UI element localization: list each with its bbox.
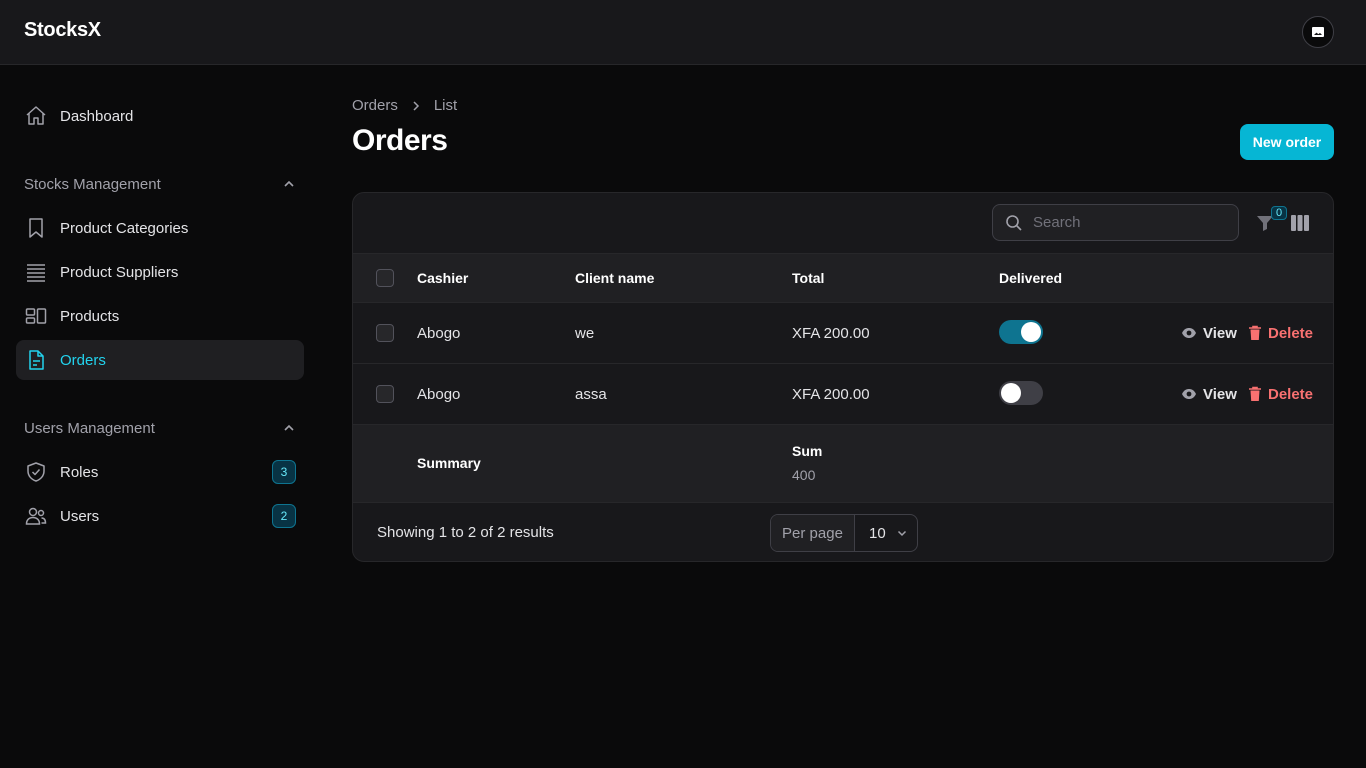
view-button[interactable]: View: [1181, 364, 1237, 424]
view-label: View: [1203, 385, 1237, 403]
trash-icon: [1248, 386, 1262, 402]
chevron-down-icon: [896, 527, 908, 539]
chevron-up-icon: [282, 421, 296, 435]
search-icon: [1005, 214, 1023, 232]
per-page-label: Per page: [771, 515, 855, 551]
sidebar: Dashboard Stocks Management Product Cate…: [0, 65, 320, 768]
group-title: Stocks Management: [24, 175, 161, 193]
cell-cashier: Abogo: [417, 385, 461, 403]
sum-value: 400: [792, 467, 816, 483]
brand-logo[interactable]: StocksX: [24, 19, 101, 42]
cell-client-name: assa: [575, 385, 607, 403]
per-page-number: 10: [869, 524, 886, 542]
group-title: Users Management: [24, 419, 155, 437]
eye-icon: [1181, 386, 1197, 402]
cell-total: XFA 200.00: [792, 324, 870, 342]
summary-label: Summary: [417, 455, 481, 471]
table-header: Cashier Client name Total Delivered: [353, 253, 1333, 303]
toggle-knob: [1021, 322, 1041, 342]
cell-cashier: Abogo: [417, 324, 461, 342]
pagination-footer: Showing 1 to 2 of 2 results Per page 10: [353, 503, 1333, 561]
users-icon: [24, 504, 48, 528]
cell-client-name: we: [575, 324, 595, 342]
table-row: Abogo we XFA 200.00 View Delete: [353, 303, 1333, 364]
view-label: View: [1203, 324, 1237, 342]
group-users-management[interactable]: Users Management: [24, 416, 296, 440]
view-button[interactable]: View: [1181, 303, 1237, 363]
sidebar-item-orders[interactable]: Orders: [16, 340, 304, 380]
user-avatar[interactable]: [1302, 16, 1334, 48]
breadcrumb-orders-link[interactable]: Orders: [352, 97, 398, 114]
bookmark-icon: [24, 216, 48, 240]
document-icon: [24, 348, 48, 372]
chevron-up-icon: [282, 177, 296, 191]
eye-icon: [1181, 325, 1197, 341]
summary-row: Summary Sum 400: [353, 425, 1333, 503]
column-header-total[interactable]: Total: [792, 254, 824, 302]
sidebar-item-label: Dashboard: [60, 107, 134, 125]
delete-button[interactable]: Delete: [1248, 303, 1313, 363]
table-row: Abogo assa XFA 200.00 View Delete: [353, 364, 1333, 425]
per-page-select[interactable]: Per page 10: [770, 514, 918, 552]
delivered-toggle[interactable]: [999, 381, 1043, 405]
select-all-checkbox[interactable]: [376, 269, 394, 287]
squares-icon: [24, 304, 48, 328]
count-badge: 3: [272, 460, 296, 484]
column-header-delivered[interactable]: Delivered: [999, 254, 1062, 302]
orders-table-card: 0 Cashier Client name Total Delivered Ab…: [352, 192, 1334, 562]
breadcrumb-current: List: [433, 97, 458, 114]
count-badge: 2: [272, 504, 296, 528]
topbar: StocksX: [0, 0, 1366, 65]
sidebar-item-label: Users: [60, 507, 100, 525]
sidebar-item-roles[interactable]: Roles 3: [16, 452, 304, 492]
sidebar-item-label: Orders: [60, 351, 106, 369]
results-count: Showing 1 to 2 of 2 results: [377, 524, 554, 541]
sidebar-item-users[interactable]: Users 2: [16, 496, 304, 536]
sidebar-item-dashboard[interactable]: Dashboard: [16, 96, 304, 136]
broken-image-icon: [1312, 27, 1324, 37]
column-header-cashier[interactable]: Cashier: [417, 254, 468, 302]
shield-check-icon: [24, 460, 48, 484]
row-checkbox[interactable]: [376, 385, 394, 403]
group-stocks-management[interactable]: Stocks Management: [24, 172, 296, 196]
search-box[interactable]: [992, 204, 1239, 241]
breadcrumb: Orders List: [352, 97, 457, 114]
row-checkbox[interactable]: [376, 324, 394, 342]
sidebar-item-label: Product Categories: [60, 219, 189, 237]
per-page-value[interactable]: 10: [855, 515, 917, 551]
search-input[interactable]: [1033, 214, 1223, 231]
page-title: Orders: [352, 124, 448, 157]
queue-list-icon: [24, 260, 48, 284]
sidebar-item-products[interactable]: Products: [16, 296, 304, 336]
sidebar-item-label: Product Suppliers: [60, 263, 179, 281]
home-icon: [24, 104, 48, 128]
sidebar-item-label: Products: [60, 307, 120, 325]
columns-icon[interactable]: [1291, 214, 1309, 232]
column-header-client-name[interactable]: Client name: [575, 254, 654, 302]
delete-label: Delete: [1268, 385, 1314, 403]
sidebar-item-label: Roles: [60, 463, 99, 481]
filter-count-badge: 0: [1271, 206, 1287, 220]
new-order-button[interactable]: New order: [1240, 124, 1334, 160]
cell-total: XFA 200.00: [792, 385, 870, 403]
trash-icon: [1248, 325, 1262, 341]
chevron-right-icon: [410, 100, 422, 112]
sidebar-item-product-suppliers[interactable]: Product Suppliers: [16, 252, 304, 292]
delete-button[interactable]: Delete: [1248, 364, 1313, 424]
delivered-toggle[interactable]: [999, 320, 1043, 344]
delete-label: Delete: [1268, 324, 1314, 342]
toggle-knob: [1001, 383, 1021, 403]
sidebar-item-product-categories[interactable]: Product Categories: [16, 208, 304, 248]
sum-label: Sum: [792, 443, 823, 459]
